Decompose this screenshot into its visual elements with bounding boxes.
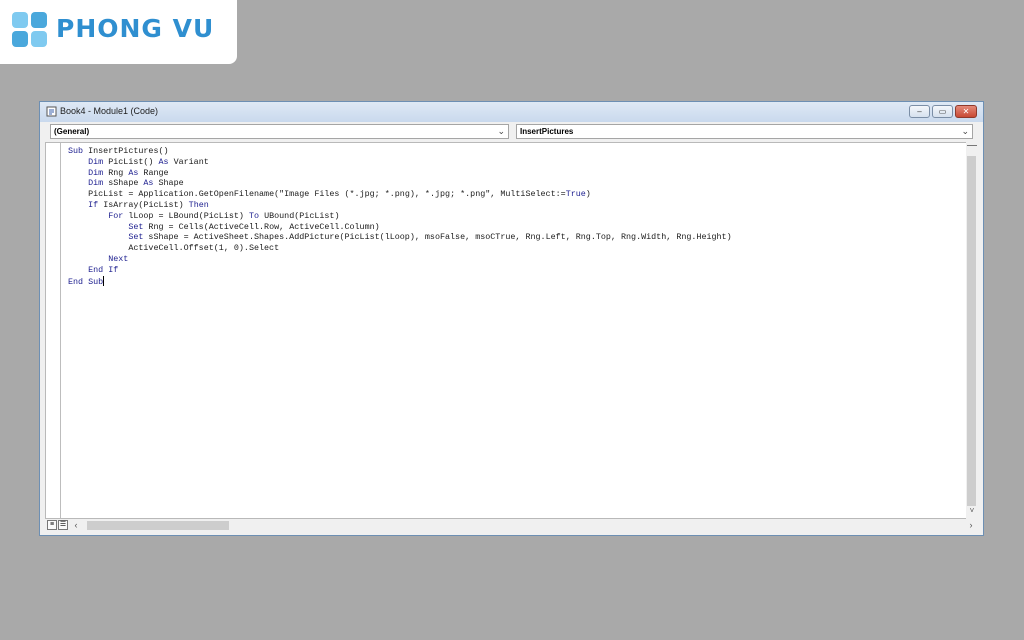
bottom-bar: ≡ ☰ ‹ › — [45, 519, 978, 532]
chevron-down-icon[interactable]: ⌄ — [497, 126, 505, 137]
code-line[interactable]: Sub InsertPictures() — [68, 146, 732, 157]
procedure-dropdown-value: InsertPictures — [520, 127, 574, 136]
code-line[interactable]: PicList = Application.GetOpenFilename("I… — [68, 189, 732, 200]
code-line[interactable]: ActiveCell.Offset(1, 0).Select — [68, 243, 732, 254]
combo-row: (General) ⌄ InsertPictures ⌄ — [40, 122, 983, 142]
close-button[interactable]: ✕ — [955, 105, 977, 118]
horizontal-scroll-thumb[interactable] — [87, 521, 229, 530]
code-line[interactable]: For lLoop = LBound(PicList) To UBound(Pi… — [68, 211, 732, 222]
minimize-button[interactable]: – — [909, 105, 930, 118]
code-line[interactable]: Dim Rng As Range — [68, 168, 732, 179]
code-line[interactable]: Set sShape = ActiveSheet.Shapes.AddPictu… — [68, 232, 731, 243]
phong-vu-logo: PHONG VU — [0, 0, 237, 64]
module-icon — [46, 106, 57, 117]
code-line[interactable]: End If — [68, 265, 732, 276]
procedure-dropdown[interactable]: InsertPictures ⌄ — [516, 124, 973, 139]
text-caret — [103, 275, 105, 286]
margin-indicator-bar[interactable] — [46, 143, 61, 518]
full-module-view-icon[interactable]: ☰ — [58, 520, 68, 530]
window-title: Book4 - Module1 (Code) — [60, 106, 159, 116]
chevron-down-icon[interactable]: ⌄ — [961, 126, 969, 137]
object-dropdown[interactable]: (General) ⌄ — [50, 124, 509, 139]
split-bar[interactable] — [967, 143, 977, 146]
vbe-code-window: Book4 - Module1 (Code) – ▭ ✕ (General) ⌄… — [39, 101, 984, 536]
code-text[interactable]: Sub InsertPictures() Dim PicList() As Va… — [68, 146, 732, 287]
code-line[interactable]: If IsArray(PicList) Then — [68, 200, 732, 211]
scroll-left-icon[interactable]: ‹ — [71, 519, 81, 532]
procedure-view-icon[interactable]: ≡ — [47, 520, 57, 530]
scroll-right-icon[interactable]: › — [966, 519, 976, 532]
object-dropdown-value: (General) — [54, 127, 90, 136]
code-line[interactable]: Next — [68, 254, 732, 265]
vertical-scroll-thumb[interactable] — [967, 156, 976, 506]
restore-button[interactable]: ▭ — [932, 105, 953, 118]
code-line[interactable]: Dim sShape As Shape — [68, 178, 732, 189]
code-line[interactable]: End Sub — [68, 275, 732, 288]
vertical-scrollbar[interactable]: ˅ — [966, 142, 978, 519]
horizontal-scrollbar[interactable]: ‹ › — [71, 519, 976, 532]
code-line[interactable]: Set Rng = Cells(ActiveCell.Row, ActiveCe… — [68, 222, 732, 233]
title-bar[interactable]: Book4 - Module1 (Code) – ▭ ✕ — [40, 102, 983, 122]
code-line[interactable]: Dim PicList() As Variant — [68, 157, 732, 168]
scroll-down-icon[interactable]: ˅ — [966, 506, 978, 518]
logo-text: PHONG VU — [56, 14, 215, 43]
logo-mark-icon — [12, 12, 50, 50]
code-editor[interactable]: Sub InsertPictures() Dim PicList() As Va… — [45, 142, 968, 519]
